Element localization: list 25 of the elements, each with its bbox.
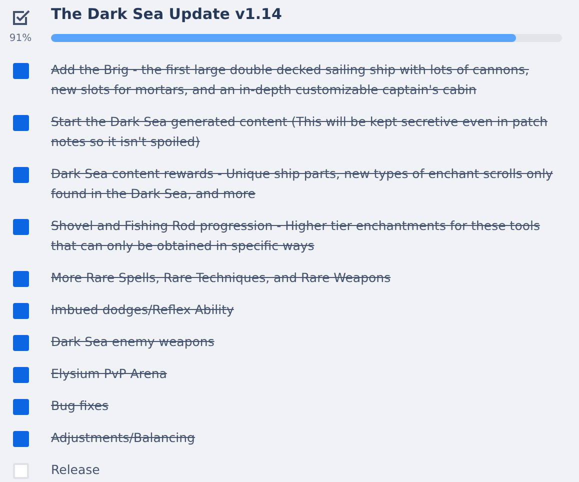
checkbox[interactable] [12, 63, 28, 79]
checkbox[interactable] [12, 303, 28, 319]
progress-percent: 91% [9, 32, 32, 44]
checkbox[interactable] [12, 115, 28, 131]
checkbox[interactable] [12, 335, 28, 351]
checklist-item-text: Imbued dodges/Reflex Ability [51, 301, 235, 319]
checkbox[interactable] [12, 167, 28, 183]
checklist-item-text: Start the Dark Sea generated content (This will be kept secretive even in patch notes so it isn't spoiled) [51, 113, 549, 151]
checkbox[interactable] [12, 463, 28, 479]
checklist-item-text: Add the Brig - the first large double decked sailing ship with lots of cannons, new slots for mortars, and an in-depth customizable captain's cabin [51, 61, 530, 99]
checklist-icon [10, 8, 30, 28]
checklist-item-text: Shovel and Fishing Rod progression - Higher tier enchantments for these tools that can only be obtained in specific ways [51, 217, 541, 255]
checkbox[interactable] [12, 367, 28, 383]
checklist-item-text: Adjustments/Balancing [51, 429, 196, 447]
checklist-item-text: Dark Sea content rewards - Unique ship parts, new types of enchant scrolls only found in the Dark Sea, and more [51, 165, 554, 203]
checkbox[interactable] [12, 271, 28, 287]
checklist-item-text: More Rare Spells, Rare Techniques, and Rare Weapons [51, 269, 392, 287]
checklist-item-text: Release [51, 461, 101, 479]
checkbox[interactable] [12, 399, 28, 415]
checklist-item-text: Elysium PvP Arena [51, 365, 168, 383]
checkbox[interactable] [12, 219, 28, 235]
checklist-item-text: Bug fixes [51, 397, 110, 415]
checklist-item-text: Dark Sea enemy weapons [51, 333, 216, 351]
checkbox[interactable] [12, 431, 28, 447]
checklist-title: The Dark Sea Update v1.14 [51, 5, 282, 23]
